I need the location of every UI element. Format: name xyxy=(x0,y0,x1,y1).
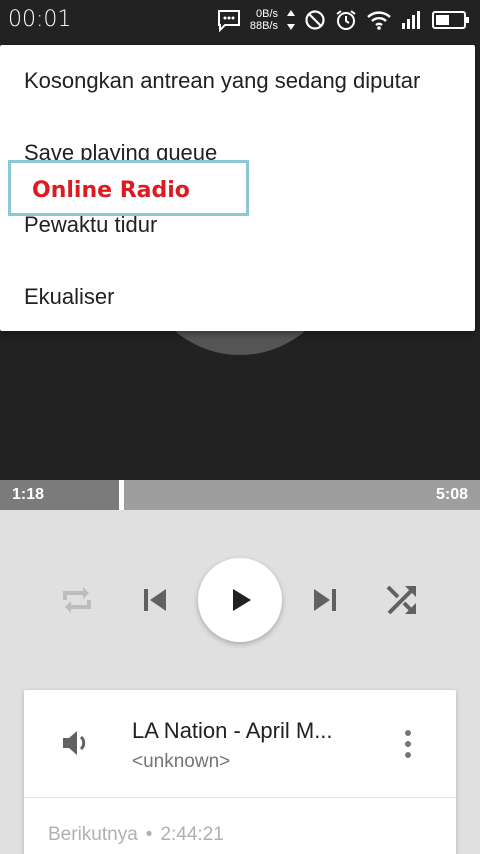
seek-bar[interactable]: 1:18 5:08 xyxy=(0,480,480,510)
arrows-updown-icon xyxy=(286,8,296,32)
current-time: 1:18 xyxy=(12,486,45,503)
signal-icon xyxy=(400,9,424,31)
next-up-label: Berikutnya xyxy=(48,824,138,845)
wifi-icon xyxy=(366,9,392,31)
next-up-separator: • xyxy=(145,824,153,845)
status-icons: 0B/s 88B/s xyxy=(216,5,470,35)
next-up-time: 2:44:21 xyxy=(160,824,224,845)
message-icon xyxy=(216,8,242,32)
alarm-icon xyxy=(334,8,358,32)
do-not-disturb-icon xyxy=(304,9,326,31)
online-radio-label: Online Radio xyxy=(8,160,249,216)
track-artist: <unknown> xyxy=(132,751,231,772)
queue-card: LA Nation - April M... <unknown> Berikut… xyxy=(24,690,456,854)
divider xyxy=(24,797,456,798)
network-speed: 0B/s 88B/s xyxy=(250,8,278,32)
menu-item-equalizer[interactable]: Ekualiser xyxy=(24,284,114,310)
play-button[interactable] xyxy=(198,558,282,642)
previous-icon xyxy=(144,589,166,611)
next-icon xyxy=(314,589,336,611)
status-bar: 00:01 0B/s 88B/s xyxy=(0,0,480,40)
next-up-row[interactable]: Berikutnya • 2:44:21 xyxy=(48,824,224,846)
battery-icon xyxy=(432,10,470,30)
more-options-icon[interactable] xyxy=(398,726,418,762)
track-title[interactable]: LA Nation - April M... xyxy=(132,718,333,744)
track-duration: 5:08 xyxy=(435,486,468,503)
net-up-speed: 0B/s xyxy=(255,8,278,20)
repeat-icon xyxy=(63,587,91,613)
next-button[interactable] xyxy=(307,582,343,618)
status-time: 00:01 xyxy=(8,7,72,32)
menu-item-clear-queue[interactable]: Kosongkan antrean yang sedang diputar xyxy=(24,68,420,94)
previous-button[interactable] xyxy=(137,582,173,618)
repeat-button[interactable] xyxy=(57,580,97,620)
shuffle-icon xyxy=(386,585,416,615)
play-icon xyxy=(233,589,251,611)
net-down-speed: 88B/s xyxy=(249,20,278,32)
speaker-icon xyxy=(60,726,94,760)
shuffle-button[interactable] xyxy=(383,581,421,619)
seek-thumb[interactable] xyxy=(119,480,125,510)
